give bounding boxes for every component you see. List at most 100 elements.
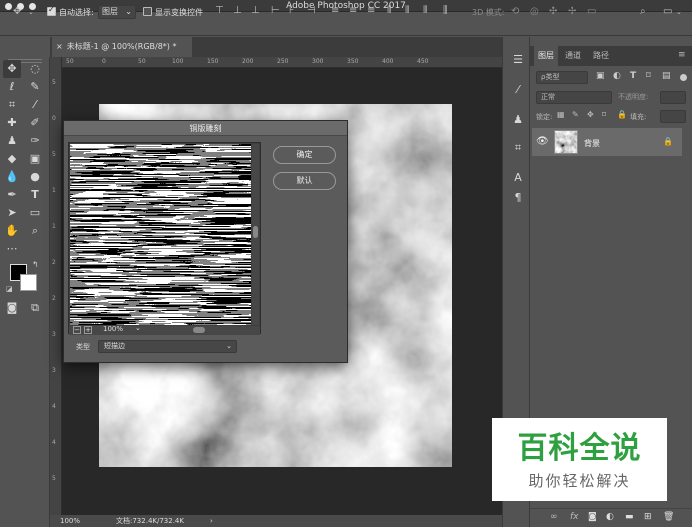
distribute-bottom-icon[interactable]: ≡: [367, 5, 375, 16]
auto-select-checkbox[interactable]: [47, 5, 56, 16]
distribute-hcenter-icon[interactable]: ⦀: [405, 5, 409, 16]
tab-layers[interactable]: 图层: [534, 46, 558, 66]
filter-pixel-icon[interactable]: ▣: [596, 71, 605, 81]
scrollbar-thumb[interactable]: [253, 226, 258, 238]
tab-paths[interactable]: 路径: [589, 46, 613, 66]
opacity-field[interactable]: [660, 91, 686, 104]
healing-brush-tool-icon[interactable]: ✚: [3, 114, 21, 132]
layer-name[interactable]: 背景: [584, 138, 600, 149]
zoom-in-button[interactable]: +: [84, 326, 92, 334]
lock-image-icon[interactable]: ✎: [572, 110, 579, 119]
3d-roll-icon[interactable]: ◎: [530, 6, 539, 17]
swap-colors-icon[interactable]: ↰: [32, 260, 39, 269]
brush-tool-icon[interactable]: ✐: [26, 114, 44, 132]
background-color-swatch[interactable]: [20, 274, 37, 291]
type-dropdown[interactable]: 短描边 ⌄: [98, 340, 237, 353]
filter-preview[interactable]: [70, 144, 251, 325]
marquee-tool-icon[interactable]: ◌: [26, 60, 44, 78]
distribute-left-icon[interactable]: ⦀: [387, 5, 391, 16]
type-tool-icon[interactable]: T: [26, 186, 44, 204]
delete-layer-icon[interactable]: 🗑: [663, 512, 674, 522]
crop-tool-icon[interactable]: ⌗: [3, 96, 21, 114]
history-panel-icon[interactable]: ☰: [510, 52, 526, 68]
filter-smart-object-icon[interactable]: ▤: [662, 71, 671, 81]
chevron-down-icon[interactable]: ⌄: [135, 324, 141, 332]
lock-artboard-icon[interactable]: ⌑: [602, 110, 606, 119]
3d-pan-icon[interactable]: ✣: [549, 6, 557, 17]
lock-all-icon[interactable]: 🔒: [617, 110, 627, 119]
align-left-icon[interactable]: ⊢: [271, 5, 280, 16]
lock-position-icon[interactable]: ✥: [587, 110, 594, 119]
default-colors-icon[interactable]: ◪: [6, 285, 13, 293]
new-layer-icon[interactable]: ⊞: [644, 512, 652, 522]
align-hcenter-icon[interactable]: ⊦: [289, 5, 294, 16]
move-tool-icon[interactable]: ✥: [3, 60, 21, 78]
new-group-icon[interactable]: ▬: [625, 512, 634, 522]
history-brush-tool-icon[interactable]: ✑: [26, 132, 44, 150]
dodge-tool-icon[interactable]: ●: [26, 168, 44, 186]
lasso-tool-icon[interactable]: ℓ: [3, 78, 21, 96]
fill-field[interactable]: [660, 110, 686, 123]
align-top-icon[interactable]: ⊤: [215, 5, 224, 16]
3d-scale-icon[interactable]: ▭: [587, 6, 596, 17]
distribute-top-icon[interactable]: ≡: [331, 5, 339, 16]
edit-toolbar-icon[interactable]: ⋯: [3, 240, 21, 258]
align-right-icon[interactable]: ⊣: [307, 5, 316, 16]
default-button[interactable]: 默认: [273, 172, 336, 190]
blur-tool-icon[interactable]: 💧: [3, 168, 21, 186]
document-info[interactable]: 文档:732.4K/732.4K: [116, 515, 184, 527]
align-vcenter-icon[interactable]: ⊥: [233, 5, 242, 16]
clone-stamp-tool-icon[interactable]: ♟: [3, 132, 21, 150]
document-tab[interactable]: × 未标题-1 @ 100%(RGB/8*) *: [52, 37, 192, 57]
tab-channels[interactable]: 通道: [561, 46, 585, 66]
close-tab-icon[interactable]: ×: [56, 42, 63, 51]
adjustment-layer-icon[interactable]: ◐: [606, 512, 614, 522]
blend-mode-dropdown[interactable]: 正常: [536, 91, 612, 104]
chevron-right-icon[interactable]: ›: [210, 515, 213, 527]
workspace-icon[interactable]: ▭: [663, 6, 672, 17]
pen-tool-icon[interactable]: ✒: [3, 186, 21, 204]
clone-source-panel-icon[interactable]: ♟: [510, 112, 526, 128]
distribute-vcenter-icon[interactable]: ≡: [349, 5, 357, 16]
filter-toggle-icon[interactable]: [680, 74, 687, 81]
auto-select-dropdown[interactable]: 图层 ⌄: [98, 5, 136, 19]
3d-slide-icon[interactable]: ✢: [568, 6, 576, 17]
hand-tool-icon[interactable]: ✋: [3, 222, 21, 240]
align-bottom-icon[interactable]: ⊥: [251, 5, 260, 16]
eyedropper-tool-icon[interactable]: ⁄: [26, 96, 44, 114]
zoom-tool-icon[interactable]: ⌕: [26, 222, 44, 240]
panel-menu-icon[interactable]: ≡: [678, 50, 686, 60]
quick-mask-icon[interactable]: ◙: [3, 299, 21, 317]
zoom-level[interactable]: 100%: [60, 515, 80, 527]
visibility-eye-icon[interactable]: 👁: [536, 136, 549, 147]
preview-scrollbar-vertical[interactable]: [252, 144, 259, 325]
chevron-down-icon[interactable]: ⌄: [28, 8, 34, 16]
screen-mode-icon[interactable]: ⧉: [26, 299, 44, 317]
distribute-right-icon[interactable]: ⦀: [423, 5, 427, 16]
search-icon[interactable]: ⌕: [640, 6, 646, 17]
layer-kind-filter[interactable]: ρ类型: [536, 71, 588, 84]
auto-align-icon[interactable]: ⫼: [443, 5, 448, 16]
show-transform-checkbox[interactable]: [143, 7, 152, 16]
path-select-tool-icon[interactable]: ➤: [3, 204, 21, 222]
paragraph-panel-icon[interactable]: ¶: [510, 190, 526, 206]
filter-adjustment-icon[interactable]: ◐: [613, 71, 621, 81]
add-mask-icon[interactable]: ◙: [588, 512, 597, 522]
ok-button[interactable]: 确定: [273, 146, 336, 164]
rectangle-tool-icon[interactable]: ▭: [26, 204, 44, 222]
layer-style-icon[interactable]: fx: [570, 512, 579, 522]
filter-shape-icon[interactable]: ⌑: [646, 71, 651, 81]
quick-select-tool-icon[interactable]: ✎: [26, 78, 44, 96]
lock-transparent-icon[interactable]: ▦: [557, 110, 565, 119]
3d-orbit-icon[interactable]: ⟲: [511, 6, 519, 17]
chevron-down-icon[interactable]: ⌄: [676, 8, 682, 16]
eraser-tool-icon[interactable]: ◆: [3, 150, 21, 168]
character-panel-icon[interactable]: A: [510, 170, 526, 186]
zoom-out-button[interactable]: −: [73, 326, 81, 334]
filter-type-icon[interactable]: T: [630, 71, 636, 81]
move-tool-icon[interactable]: ✥: [13, 6, 21, 17]
link-layers-icon[interactable]: ∞: [550, 512, 558, 522]
crop-panel-icon[interactable]: ⌗: [510, 140, 526, 156]
gradient-tool-icon[interactable]: ▣: [26, 150, 44, 168]
brush-panel-icon[interactable]: ⁄: [510, 82, 526, 98]
